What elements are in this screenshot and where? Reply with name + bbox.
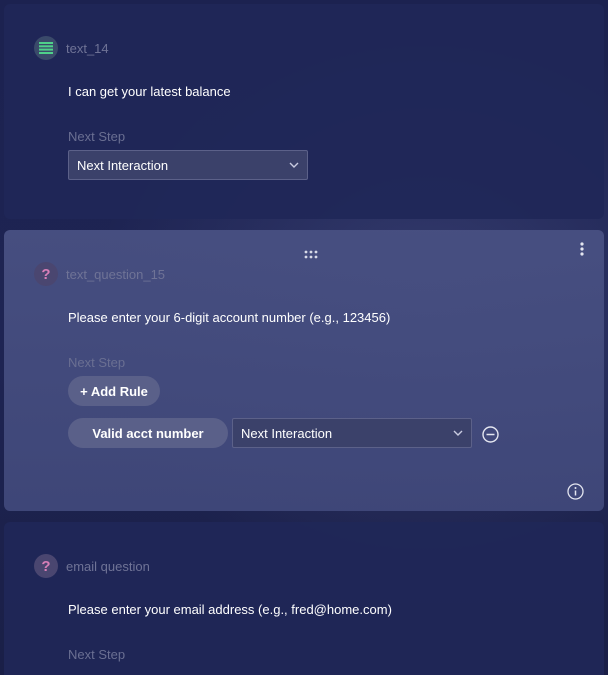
next-step-label: Next Step <box>68 355 126 370</box>
rule-target-select-value: Next Interaction <box>241 425 333 441</box>
card-title: text_14 <box>66 40 109 56</box>
rule-name-button[interactable]: Valid acct number <box>68 418 228 448</box>
card-message: Please enter your email address (e.g., f… <box>68 602 392 617</box>
card-message: Please enter your 6-digit account number… <box>68 310 391 325</box>
next-step-select-value: Next Interaction <box>77 157 169 173</box>
card-title: text_question_15 <box>66 266 166 282</box>
rule-target-select[interactable]: Next Interaction <box>232 418 472 448</box>
card-header: ? text_question_15 <box>34 262 165 286</box>
card-header: text_14 <box>34 36 109 60</box>
next-step-label: Next Step <box>68 647 126 662</box>
remove-rule-icon[interactable] <box>480 425 500 443</box>
more-options-icon[interactable] <box>576 240 588 258</box>
next-step-label: Next Step <box>68 129 126 144</box>
question-mark-icon: ? <box>34 554 58 578</box>
text-lines-icon <box>34 36 58 60</box>
info-icon[interactable] <box>566 482 584 500</box>
card-title: email question <box>66 558 150 574</box>
question-mark-icon: ? <box>34 262 58 286</box>
next-step-select[interactable]: Next Interaction <box>68 150 308 180</box>
card-email-question[interactable]: ? email question Please enter your email… <box>4 522 604 675</box>
chevron-down-icon <box>453 427 463 439</box>
card-message: I can get your latest balance <box>68 84 231 99</box>
add-rule-button[interactable]: + Add Rule <box>68 376 160 406</box>
card-text-question-15[interactable]: ? text_question_15 Please enter your 6-d… <box>4 230 604 511</box>
drag-handle-icon[interactable] <box>302 248 320 260</box>
card-header: ? email question <box>34 554 150 578</box>
chevron-down-icon <box>289 159 299 171</box>
card-text-14[interactable]: text_14 I can get your latest balance Ne… <box>4 4 604 219</box>
